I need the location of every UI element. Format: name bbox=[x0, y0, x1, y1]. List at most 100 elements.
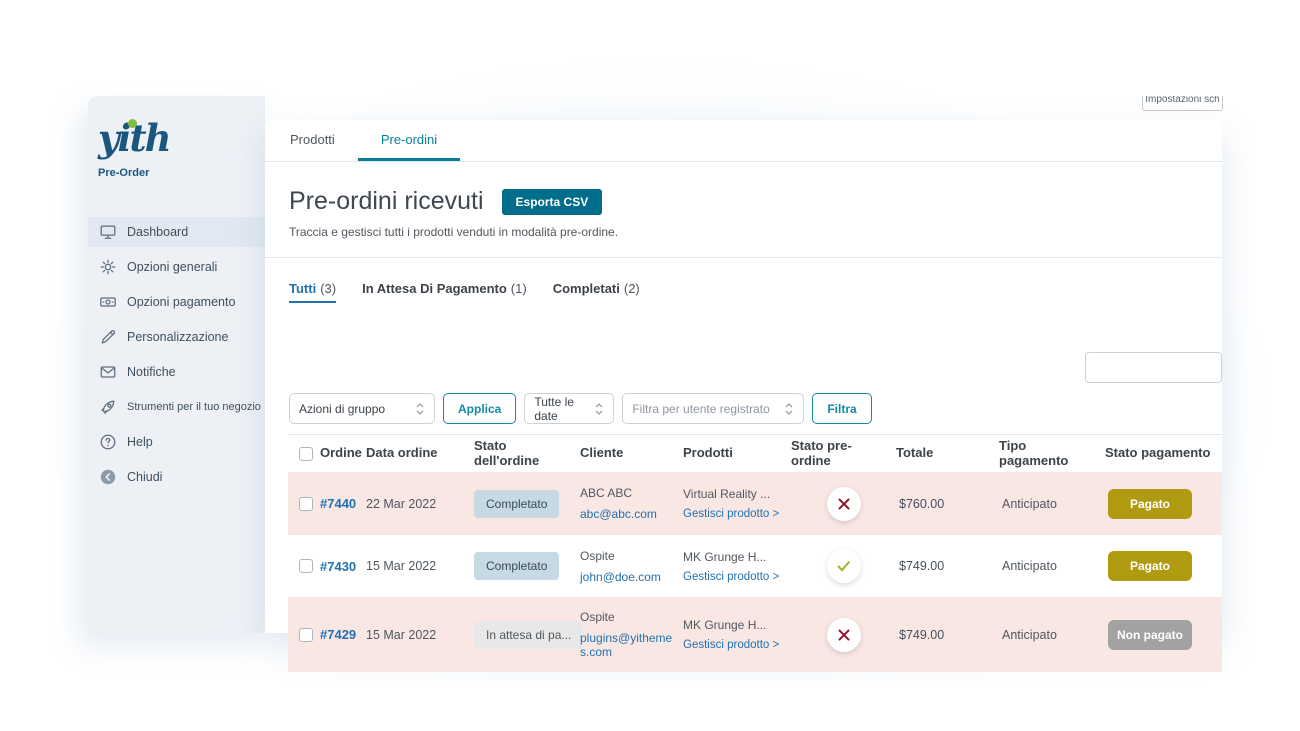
row-checkbox[interactable] bbox=[299, 628, 313, 642]
apply-button[interactable]: Applica bbox=[443, 393, 516, 424]
filter-controls: Azioni di gruppo Applica Tutte le date F… bbox=[289, 393, 872, 424]
row-checkbox[interactable] bbox=[299, 559, 313, 573]
customer-email-link[interactable]: abc@abc.com bbox=[580, 507, 673, 521]
order-total: $749.00 bbox=[896, 559, 999, 573]
gear-icon bbox=[98, 257, 118, 277]
order-date: 22 Mar 2022 bbox=[366, 497, 474, 511]
col-data-ordine: Data ordine bbox=[366, 446, 474, 461]
sidebar-item-notifiche[interactable]: Notifiche bbox=[88, 357, 265, 387]
customer-name: Ospite bbox=[580, 549, 673, 563]
preorders-table: Ordine Data ordine Stato dell'ordine Cli… bbox=[288, 434, 1222, 672]
screen-options-label: Impostazioni sch bbox=[1143, 96, 1222, 107]
sidebar-item-label: Notifiche bbox=[127, 365, 176, 379]
chevron-updown-icon bbox=[415, 402, 425, 416]
sidebar-item-personalizzazione[interactable]: Personalizzazione bbox=[88, 322, 265, 352]
col-stato-pre-ordine: Stato pre-ordine bbox=[791, 439, 896, 469]
customer-name: ABC ABC bbox=[580, 486, 673, 500]
tab-prodotti[interactable]: Prodotti bbox=[267, 120, 358, 161]
monitor-icon bbox=[98, 222, 118, 242]
dates-select[interactable]: Tutte le date bbox=[524, 393, 614, 424]
yith-logo: yith bbox=[98, 116, 208, 160]
row-checkbox[interactable] bbox=[299, 497, 313, 511]
col-ordine: Ordine bbox=[320, 446, 366, 461]
table-row: #7430 15 Mar 2022 Completato Ospite john… bbox=[288, 535, 1222, 597]
sidebar-item-opzioni-generali[interactable]: Opzioni generali bbox=[88, 252, 265, 282]
rocket-icon bbox=[98, 397, 118, 417]
chevron-updown-icon bbox=[784, 402, 794, 416]
manage-product-link[interactable]: Gestisci prodotto > bbox=[683, 571, 781, 583]
customer-email-link[interactable]: john@doe.com bbox=[580, 570, 673, 584]
sidebar-item-help[interactable]: Help bbox=[88, 427, 265, 457]
customer-name: Ospite bbox=[580, 610, 673, 624]
select-all-checkbox[interactable] bbox=[299, 447, 313, 461]
divider bbox=[265, 257, 1222, 258]
user-filter-placeholder: Filtra per utente registrato bbox=[632, 402, 769, 416]
cross-icon bbox=[827, 618, 861, 652]
sidebar-item-label: Personalizzazione bbox=[127, 330, 228, 344]
help-icon bbox=[98, 432, 118, 452]
payment-icon bbox=[98, 292, 118, 312]
user-filter-select[interactable]: Filtra per utente registrato bbox=[622, 393, 804, 424]
main-panel: Prodotti Pre-ordini Pre-ordini ricevuti … bbox=[265, 120, 1222, 633]
product-name: MK Grunge H... bbox=[683, 550, 781, 564]
sidebar-item-label: Opzioni generali bbox=[127, 260, 217, 274]
manage-product-link[interactable]: Gestisci prodotto > bbox=[683, 508, 781, 520]
view-count: (1) bbox=[511, 281, 527, 296]
product-name: Pre-Order bbox=[98, 167, 265, 179]
page-title: Pre-ordini ricevuti bbox=[289, 187, 484, 216]
sidebar-item-chiudi[interactable]: Chiudi bbox=[88, 462, 265, 492]
screen-options-button[interactable]: Impostazioni sch bbox=[1142, 96, 1223, 111]
payment-type: Anticipato bbox=[999, 628, 1105, 642]
col-tipo-pagamento: Tipo pagamento bbox=[999, 439, 1105, 469]
view-label: Completati bbox=[553, 281, 620, 296]
payment-status-badge: Non pagato bbox=[1108, 620, 1192, 650]
sidebar-item-label: Dashboard bbox=[127, 225, 188, 239]
view-tutti[interactable]: Tutti(3) bbox=[289, 281, 336, 303]
order-link[interactable]: #7440 bbox=[320, 496, 356, 511]
cross-icon bbox=[827, 487, 861, 521]
col-cliente: Cliente bbox=[580, 446, 683, 461]
view-count: (2) bbox=[624, 281, 640, 296]
search-input[interactable] bbox=[1085, 352, 1222, 383]
product-name: Virtual Reality ... bbox=[683, 487, 781, 501]
payment-status-badge: Pagato bbox=[1108, 489, 1192, 519]
payment-type: Anticipato bbox=[999, 497, 1105, 511]
filter-button[interactable]: Filtra bbox=[812, 393, 871, 424]
back-icon bbox=[98, 467, 118, 487]
order-total: $749.00 bbox=[896, 628, 999, 642]
order-link[interactable]: #7429 bbox=[320, 627, 356, 642]
page: Impostazioni sch yith Pre-Order Dashboar… bbox=[0, 0, 1300, 731]
bulk-actions-select[interactable]: Azioni di gruppo bbox=[289, 393, 435, 424]
sidebar-item-label: Opzioni pagamento bbox=[127, 295, 235, 309]
order-date: 15 Mar 2022 bbox=[366, 559, 474, 573]
sidebar-item-strumenti[interactable]: Strumenti per il tuo negozio bbox=[88, 392, 265, 422]
export-csv-button[interactable]: Esporta CSV bbox=[502, 189, 603, 215]
customer-email-link[interactable]: plugins@yithemes.com bbox=[580, 631, 673, 659]
view-filters: Tutti(3) In Attesa Di Pagamento (1) Compl… bbox=[289, 281, 1222, 303]
sidebar-item-opzioni-pagamento[interactable]: Opzioni pagamento bbox=[88, 287, 265, 317]
sidebar-item-label: Help bbox=[127, 435, 153, 449]
col-stato-ordine: Stato dell'ordine bbox=[474, 439, 580, 469]
page-subtitle: Traccia e gestisci tutti i prodotti vend… bbox=[289, 225, 1222, 239]
sidebar-item-dashboard[interactable]: Dashboard bbox=[88, 217, 265, 247]
envelope-icon bbox=[98, 362, 118, 382]
sidebar-item-label: Strumenti per il tuo negozio bbox=[127, 401, 261, 413]
content: Pre-ordini ricevuti Esporta CSV Traccia … bbox=[265, 187, 1222, 657]
view-count: (3) bbox=[320, 281, 336, 296]
manage-product-link[interactable]: Gestisci prodotto > bbox=[683, 639, 781, 651]
order-total: $760.00 bbox=[896, 497, 999, 511]
chevron-updown-icon bbox=[594, 402, 604, 416]
view-in-attesa[interactable]: In Attesa Di Pagamento (1) bbox=[362, 281, 527, 303]
sidebar: yith Pre-Order Dashboard Opzioni general… bbox=[88, 96, 265, 633]
table-row: #7429 15 Mar 2022 In attesa di pa... Osp… bbox=[288, 597, 1222, 672]
view-completati[interactable]: Completati (2) bbox=[553, 281, 640, 303]
payment-type: Anticipato bbox=[999, 559, 1105, 573]
col-totale: Totale bbox=[896, 446, 999, 461]
tab-pre-ordini[interactable]: Pre-ordini bbox=[358, 120, 460, 161]
tab-bar: Prodotti Pre-ordini bbox=[265, 120, 1222, 162]
logo-dot bbox=[128, 119, 137, 128]
order-status-badge: In attesa di pa... bbox=[474, 621, 583, 649]
view-label: In Attesa Di Pagamento bbox=[362, 281, 507, 296]
order-status-badge: Completato bbox=[474, 490, 559, 518]
order-link[interactable]: #7430 bbox=[320, 559, 356, 574]
